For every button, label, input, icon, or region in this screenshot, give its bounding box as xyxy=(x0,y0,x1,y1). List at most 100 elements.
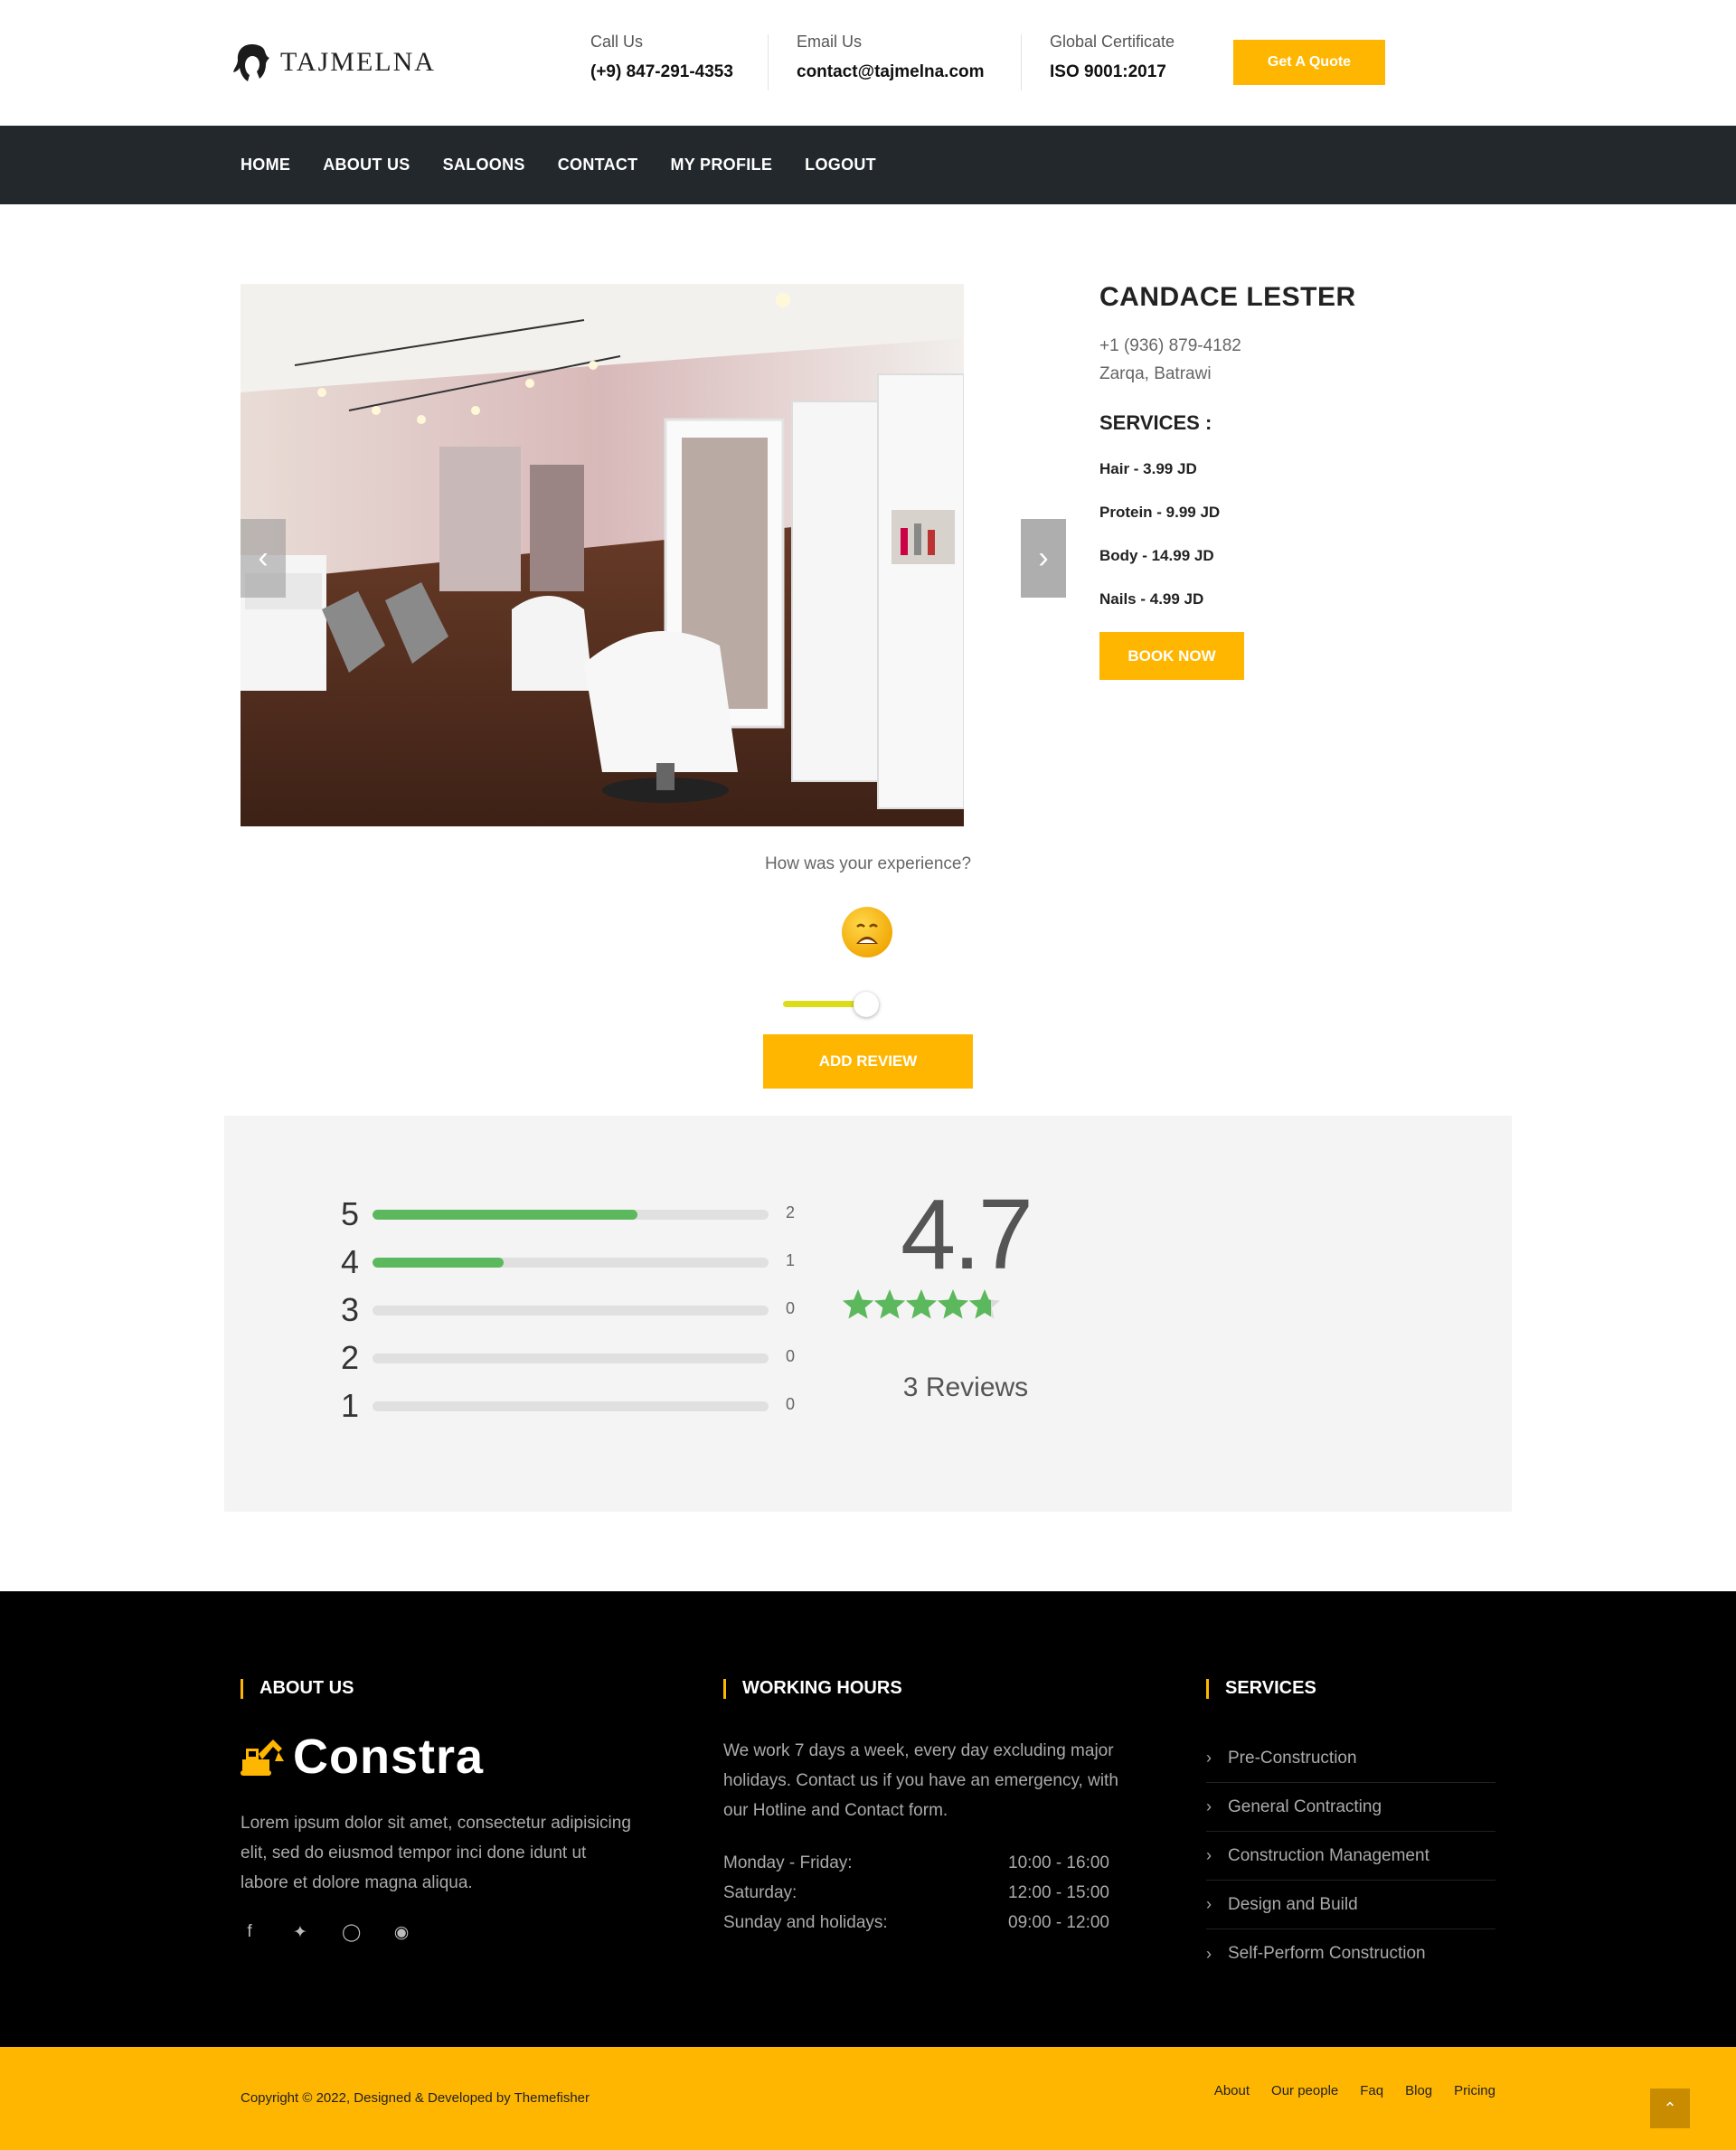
sad-face-icon xyxy=(842,907,892,957)
heading-accent-bar xyxy=(1206,1678,1209,1699)
chevron-right-icon: › xyxy=(1206,1797,1212,1815)
services-heading: SERVICES : xyxy=(1099,411,1212,434)
rating-count: 2 xyxy=(786,1203,796,1221)
nav-item-saloons[interactable]: SALOONS xyxy=(443,156,525,174)
footer-service-label: Construction Management xyxy=(1228,1845,1429,1865)
footer-link-pricing[interactable]: Pricing xyxy=(1454,2083,1495,2098)
nav-item-logout[interactable]: LOGOUT xyxy=(805,156,876,174)
facebook-icon[interactable]: f xyxy=(241,1922,259,1943)
chevron-right-icon: › xyxy=(1206,1749,1212,1767)
rating-summary-panel: 5 2 4 1 3 0 2 0 1 0 4.7 3 Reviews xyxy=(224,1116,1512,1512)
footer-services-heading: SERVICES xyxy=(1206,1678,1316,1699)
nav-item-about-us[interactable]: ABOUT US xyxy=(323,156,410,174)
salon-name: CANDACE LESTER xyxy=(1099,282,1356,312)
back-to-top-button[interactable]: ⌃ xyxy=(1650,2089,1690,2128)
rating-bar-track xyxy=(373,1210,769,1220)
rating-row-4: 4 1 xyxy=(336,1243,825,1280)
email-us-label: Email Us xyxy=(797,33,863,51)
main-navbar: HOME ABOUT US SALOONS CONTACT MY PROFILE… xyxy=(0,126,1736,204)
rating-star-icon xyxy=(873,1289,906,1319)
hours-day: Sunday and holidays: xyxy=(723,1913,888,1932)
rating-star-icon xyxy=(842,1289,874,1319)
service-item-body: Body - 14.99 JD xyxy=(1099,547,1214,564)
footer-service-link[interactable]: › Pre-Construction xyxy=(1206,1734,1495,1783)
footer-hours-heading: WORKING HOURS xyxy=(723,1678,902,1699)
copyright-text: Copyright © 2022, Designed & Developed b… xyxy=(241,2090,590,2106)
chevron-right-icon: › xyxy=(1206,1895,1212,1913)
hours-time: 12:00 - 15:00 xyxy=(1008,1883,1109,1902)
get-a-quote-button[interactable]: Get A Quote xyxy=(1233,40,1385,85)
rating-row-1: 1 0 xyxy=(336,1387,825,1424)
reviews-count: 3 Reviews xyxy=(902,1372,1029,1402)
call-us-block: Call Us (+9) 847-291-4353 xyxy=(590,33,733,82)
divider xyxy=(768,34,769,90)
footer-about-heading: ABOUT US xyxy=(241,1678,354,1699)
nav-menu: HOME ABOUT US SALOONS CONTACT MY PROFILE… xyxy=(241,126,876,204)
chevron-right-icon: › xyxy=(1038,541,1049,575)
rating-star-label: 2 xyxy=(340,1339,360,1376)
nav-item-my-profile[interactable]: MY PROFILE xyxy=(670,156,772,174)
top-header: TAJMELNA Call Us (+9) 847-291-4353 Email… xyxy=(0,0,1736,126)
github-icon[interactable]: ◉ xyxy=(392,1922,410,1943)
rating-count: 1 xyxy=(786,1251,796,1269)
excavator-icon xyxy=(241,1740,284,1776)
divider xyxy=(1021,34,1022,90)
gallery-next-button[interactable]: › xyxy=(1021,519,1066,598)
add-review-button[interactable]: ADD REVIEW xyxy=(763,1034,973,1089)
call-us-number[interactable]: (+9) 847-291-4353 xyxy=(590,62,733,82)
certificate-label: Global Certificate xyxy=(1050,33,1175,51)
certificate-value: ISO 9001:2017 xyxy=(1050,62,1166,81)
average-stars xyxy=(842,1289,1001,1319)
footer-service-link[interactable]: › Self-Perform Construction xyxy=(1206,1929,1495,1978)
rating-bar-track xyxy=(373,1258,769,1268)
footer-service-label: Pre-Construction xyxy=(1228,1748,1357,1768)
average-rating: 4.7 xyxy=(901,1179,1033,1290)
footer-about-title: ABOUT US xyxy=(259,1678,354,1698)
certificate-block: Global Certificate ISO 9001:2017 xyxy=(1050,33,1175,82)
copyright-bar: Copyright © 2022, Designed & Developed b… xyxy=(0,2047,1736,2150)
chevron-right-icon: › xyxy=(1206,1846,1212,1864)
footer-service-link[interactable]: › General Contracting xyxy=(1206,1783,1495,1832)
book-now-button[interactable]: BOOK NOW xyxy=(1099,632,1244,680)
rating-star-label: 5 xyxy=(340,1195,360,1232)
call-us-label: Call Us xyxy=(590,33,644,51)
experience-slider-thumb[interactable] xyxy=(854,992,880,1017)
instagram-icon[interactable]: ◯ xyxy=(342,1922,361,1943)
rating-count: 0 xyxy=(786,1299,796,1317)
footer-link-blog[interactable]: Blog xyxy=(1405,2083,1432,2098)
experience-question: How was your experience? xyxy=(764,854,972,873)
salon-details: CANDACE LESTER +1 (936) 879-4182 Zarqa, … xyxy=(1099,282,1461,680)
rating-star-icon xyxy=(968,1289,1001,1319)
nav-item-contact[interactable]: CONTACT xyxy=(558,156,638,174)
rating-star-icon xyxy=(905,1289,938,1319)
footer-service-link[interactable]: › Design and Build xyxy=(1206,1881,1495,1929)
hours-row: Sunday and holidays: 09:00 - 12:00 xyxy=(723,1913,1121,1943)
salon-address: Zarqa, Batrawi xyxy=(1099,364,1212,383)
footer-brand-name: Constra xyxy=(293,1730,485,1784)
footer-brand-logo[interactable]: Constra xyxy=(241,1729,484,1785)
twitter-icon[interactable]: ✦ xyxy=(291,1922,309,1943)
footer-link-faq[interactable]: Faq xyxy=(1360,2083,1383,2098)
service-item-protein: Protein - 9.99 JD xyxy=(1099,504,1221,521)
chevron-right-icon: › xyxy=(1206,1944,1212,1963)
brand-logo[interactable]: TAJMELNA xyxy=(231,42,436,83)
heading-accent-bar xyxy=(241,1678,243,1699)
rating-bar-fill xyxy=(373,1258,504,1268)
footer-link-our-people[interactable]: Our people xyxy=(1271,2083,1338,2098)
rating-count: 0 xyxy=(786,1347,796,1365)
salon-phone: +1 (936) 879-4182 xyxy=(1099,336,1241,355)
working-hours-table: Monday - Friday: 10:00 - 16:00 Saturday: 1… xyxy=(723,1853,1121,1943)
double-chevron-up-icon: ⌃ xyxy=(1663,2098,1677,2117)
hours-row: Monday - Friday: 10:00 - 16:00 xyxy=(723,1853,1121,1883)
footer-link-about[interactable]: About xyxy=(1214,2083,1250,2098)
footer-service-link[interactable]: › Construction Management xyxy=(1206,1832,1495,1881)
social-links: f ✦ ◯ ◉ xyxy=(241,1922,410,1943)
email-us-address[interactable]: contact@tajmelna.com xyxy=(797,62,985,82)
rating-star-label: 4 xyxy=(340,1243,360,1280)
rating-bar-track xyxy=(373,1353,769,1363)
chevron-left-icon: ‹ xyxy=(258,541,269,575)
nav-item-home[interactable]: HOME xyxy=(241,156,290,174)
gallery-prev-button[interactable]: ‹ xyxy=(241,519,286,598)
hours-day: Monday - Friday: xyxy=(723,1853,853,1872)
footer-service-label: General Contracting xyxy=(1228,1796,1382,1816)
